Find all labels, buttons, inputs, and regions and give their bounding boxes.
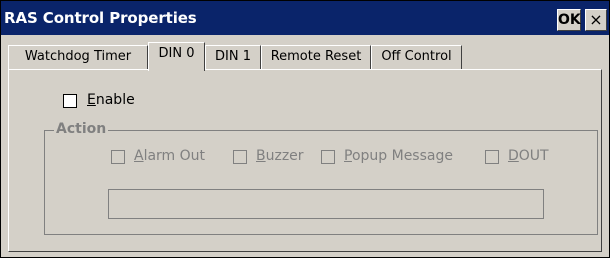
dout-text: OUT	[518, 148, 549, 164]
enable-checkbox[interactable]	[63, 94, 77, 108]
properties-window: RAS Control Properties OK × Watchdog Tim…	[0, 0, 610, 258]
alarm-out-checkbox[interactable]	[111, 150, 125, 164]
buzzer-label: Buzzer	[256, 148, 304, 164]
popup-message-text: opup Message	[351, 148, 453, 164]
tab-remote-reset[interactable]: Remote Reset	[261, 45, 371, 70]
popup-message-label: Popup Message	[344, 148, 453, 164]
alarm-out-text: larm Out	[143, 148, 206, 164]
dout-label: DOUT	[508, 148, 549, 164]
tab-watchdog-timer[interactable]: Watchdog Timer	[8, 45, 148, 70]
enable-label-accelerator: E	[87, 92, 96, 108]
tab-off-control[interactable]: Off Control	[371, 45, 462, 70]
buzzer-text: uzzer	[265, 148, 304, 164]
window-title: RAS Control Properties	[4, 9, 197, 27]
action-groupbox	[44, 130, 598, 235]
buzzer-checkbox[interactable]	[233, 150, 247, 164]
dout-checkbox[interactable]	[485, 150, 499, 164]
title-bar: RAS Control Properties OK ×	[1, 1, 609, 35]
alarm-out-label: Alarm Out	[134, 148, 205, 164]
buzzer-accelerator: B	[256, 148, 266, 164]
dout-accelerator: D	[508, 148, 519, 164]
popup-message-textbox[interactable]	[108, 189, 544, 219]
action-group-title: Action	[54, 121, 109, 137]
ok-button[interactable]: OK	[557, 9, 581, 31]
tab-din-1[interactable]: DIN 1	[205, 45, 261, 70]
popup-message-accelerator: P	[344, 148, 352, 164]
enable-label-text: nable	[95, 92, 135, 108]
tab-din-0[interactable]: DIN 0	[148, 42, 205, 71]
popup-message-checkbox[interactable]	[321, 150, 335, 164]
alarm-out-accelerator: A	[134, 148, 144, 164]
close-button[interactable]: ×	[585, 9, 607, 31]
enable-label[interactable]: Enable	[87, 92, 135, 108]
